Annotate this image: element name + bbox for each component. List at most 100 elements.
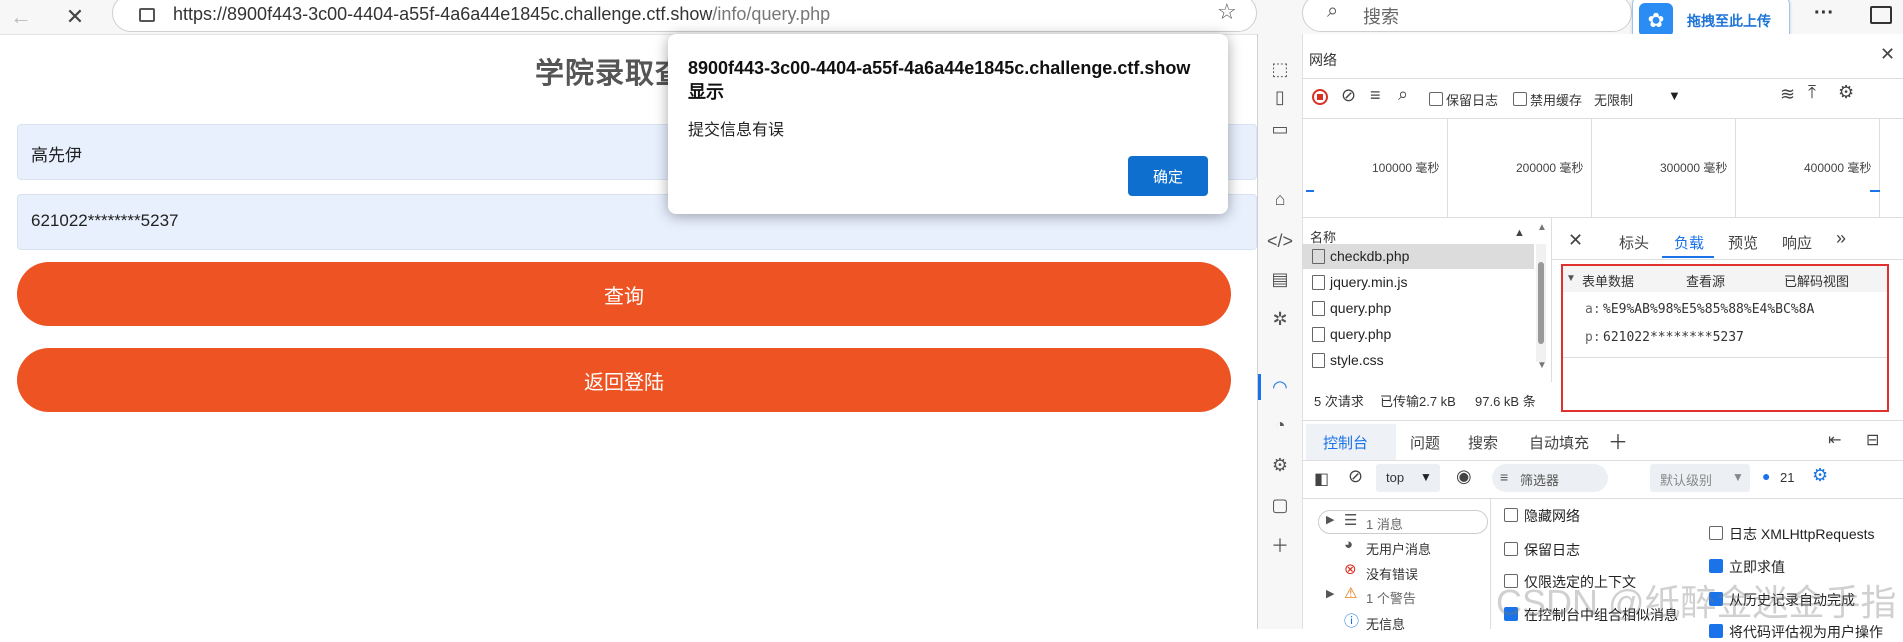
more-menu-icon[interactable]: ··· [1814,2,1834,25]
dock-icon[interactable]: ⇤ [1828,430,1841,450]
tab-search[interactable]: 搜索 [1468,432,1498,453]
performance-gauge-icon[interactable]: ◔ [1267,412,1293,438]
sidebar-user-messages[interactable]: 无用户消息 [1366,539,1431,558]
tab-headers[interactable]: 标头 [1619,232,1649,253]
log-level-select[interactable]: 默认级别 ▼ [1650,464,1750,492]
favorite-star-icon[interactable]: ☆ [1217,0,1237,25]
collapse-triangle-icon[interactable]: ▼ [1566,273,1576,284]
param-a-value: %E9%AB%98%E5%85%88%E4%BC%8A [1603,302,1815,317]
chevron-down-icon: ▼ [1732,470,1744,484]
url-host: https://8900f443-3c00-4404-a55f-4a6a44e1… [173,4,713,24]
sources-bug-icon[interactable]: ✲ [1267,306,1293,332]
inspect-icon[interactable]: ⬚ [1267,56,1293,82]
document-icon [1312,301,1325,316]
divider [1552,259,1903,260]
divider [1551,218,1552,382]
import-icon[interactable]: ⤒ [1808,82,1816,103]
live-expression-eye-icon[interactable]: ◉ [1456,466,1472,487]
expand-triangle-icon[interactable]: ▶ [1326,513,1334,526]
message-count[interactable]: 21 [1780,470,1794,485]
tab-response[interactable]: 响应 [1782,232,1812,253]
tab-payload[interactable]: 负载 [1674,232,1704,253]
log-xhr-checkbox[interactable] [1709,526,1723,540]
scrollbar-thumb[interactable] [1538,262,1544,344]
disable-cache-label: 禁用缓存 [1530,93,1583,108]
alert-dialog: 8900f443-3c00-4404-a55f-4a6a44e1845c.cha… [668,34,1228,214]
context-select[interactable]: top ▼ [1376,464,1440,492]
sort-up-icon[interactable]: ▲ [1514,227,1525,239]
sidebar-info[interactable]: 无信息 [1366,614,1405,633]
request-list-scrollbar[interactable] [1536,244,1546,362]
settings-gear-icon[interactable]: ⚙ [1267,452,1293,478]
decoded-view-link[interactable]: 已解码视图 [1784,271,1849,290]
console-sidebar-toggle-icon[interactable]: ◧ [1314,469,1329,489]
preserve-log-console-checkbox[interactable] [1504,542,1518,556]
search-box[interactable]: ⌕ 搜索 [1302,0,1632,32]
device-emulation-icon[interactable]: ▯ [1267,84,1293,110]
request-name: query.php [1330,300,1392,316]
throttle-select[interactable]: 无限制 ▼ [1594,84,1682,110]
add-tool-icon[interactable]: ＋ [1267,532,1293,558]
window-icon[interactable]: ▭ [1267,116,1293,142]
scroll-up-icon[interactable]: ▲ [1537,222,1547,233]
tab-preview[interactable]: 预览 [1728,232,1758,253]
timeline-overview[interactable]: 100000 毫秒 200000 毫秒 300000 毫秒 400000 毫秒 [1302,119,1900,217]
timeline-grid-line [1735,119,1736,217]
tab-console[interactable]: 控制台 [1323,432,1368,453]
clear-icon[interactable]: ⊘ [1341,85,1356,106]
expand-triangle-icon[interactable]: ▶ [1326,587,1334,600]
console-filter-input[interactable]: ≡ 筛选器 [1492,464,1608,492]
close-detail-icon[interactable]: ✕ [1568,230,1583,251]
close-icon[interactable]: ✕ [62,4,88,30]
hide-network-checkbox[interactable] [1504,508,1518,522]
scroll-down-icon[interactable]: ▼ [1537,360,1547,371]
tab-autofill[interactable]: 自动填充 [1529,432,1589,453]
application-icon[interactable]: ▢ [1267,492,1293,518]
record-icon[interactable] [1312,89,1328,105]
divider [1490,499,1491,629]
elements-code-icon[interactable]: </> [1267,228,1293,254]
search-network-icon[interactable]: ⌕ [1398,84,1408,105]
request-name: style.css [1330,352,1384,368]
more-tabs-chevron-icon[interactable]: » [1836,228,1846,249]
chevron-down-icon: ▼ [1420,470,1432,484]
timeline-grid-line [1879,119,1880,217]
query-button[interactable]: 查询 [17,262,1231,326]
clear-console-icon[interactable]: ⊘ [1348,466,1363,487]
preserve-log-console-label: 保留日志 [1524,542,1580,558]
timeline-tick: 200000 毫秒 [1516,161,1584,175]
add-drawer-tab-icon[interactable]: ＋ [1608,426,1628,455]
back-arrow-icon[interactable]: ← [8,4,34,30]
preserve-log-label: 保留日志 [1446,93,1499,108]
home-icon[interactable]: ⌂ [1267,186,1293,212]
filter-icon[interactable]: ≡ [1370,85,1381,106]
dialog-message: 提交信息有误 [688,122,785,139]
view-source-link[interactable]: 查看源 [1686,271,1725,290]
eager-evaluation-checkbox[interactable] [1709,559,1723,573]
sidebar-warnings[interactable]: 1 个警告 [1366,588,1416,607]
ok-button[interactable]: 确定 [1128,156,1208,196]
network-settings-gear-icon[interactable]: ⚙ [1838,82,1854,103]
resources-size: 97.6 kB 条 [1475,394,1536,409]
request-name: query.php [1330,326,1392,342]
lock-icon [139,8,155,22]
back-to-login-button[interactable]: 返回登陆 [17,348,1231,412]
preserve-log-checkbox[interactable] [1429,92,1443,106]
divider [1302,78,1903,79]
close-devtools-icon[interactable]: ✕ [1880,44,1895,65]
sidebar-errors[interactable]: 没有错误 [1366,564,1418,583]
request-name: checkdb.php [1330,248,1410,264]
tab-issues[interactable]: 问题 [1410,432,1440,453]
undock-drawer-icon[interactable]: ⊟ [1866,430,1879,450]
console-icon[interactable]: ▤ [1267,266,1293,292]
address-bar[interactable]: https://8900f443-3c00-4404-a55f-4a6a44e1… [112,0,1257,32]
sidebar-messages-label: 1 消息 [1366,517,1403,532]
console-settings-gear-icon[interactable]: ⚙ [1812,465,1828,486]
network-wifi-icon[interactable]: ◠ [1267,374,1293,400]
disable-cache-checkbox[interactable] [1513,92,1527,106]
sidebar-toggle-icon[interactable] [1870,6,1892,24]
user-activation-checkbox[interactable] [1709,624,1723,638]
throttle-value: 无限制 [1594,93,1634,108]
network-conditions-icon[interactable]: ≋ [1780,84,1795,105]
url-path: /info/query.php [712,4,831,24]
